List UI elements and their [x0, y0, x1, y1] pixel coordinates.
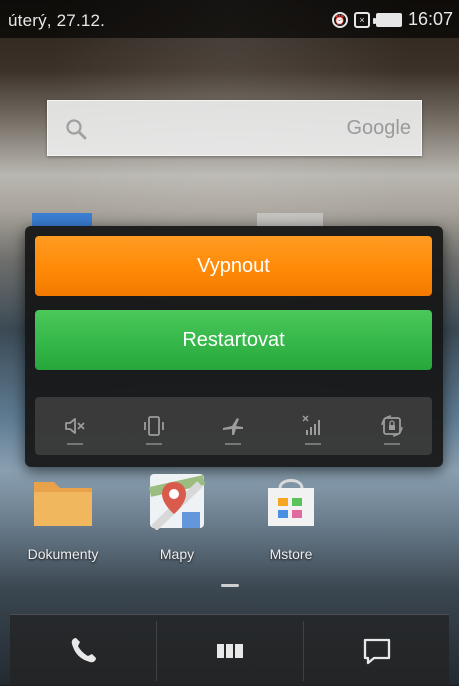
toggle-indicator [225, 443, 242, 445]
phone-icon [71, 637, 96, 662]
app-label: Dokumenty [27, 546, 99, 562]
notification-icon: × [353, 11, 370, 28]
mobile-data-icon [302, 415, 320, 435]
screen-lock-toggle[interactable] [362, 397, 422, 455]
alarm-icon: ⏰ [331, 11, 348, 28]
search-icon [66, 119, 87, 140]
status-date: úterý, 27.12. [8, 11, 106, 30]
dock [10, 614, 449, 686]
folder-icon [34, 482, 92, 526]
maps-icon [148, 474, 206, 530]
airplane-mode-icon [223, 418, 244, 435]
toggle-indicator [304, 443, 321, 445]
mobile-data-toggle[interactable] [283, 397, 343, 455]
search-widget[interactable]: Google [47, 100, 422, 156]
app-label: Mstore [269, 546, 313, 562]
background-widget-hint [32, 213, 92, 227]
toggle-indicator [66, 443, 83, 445]
status-bar: úterý, 27.12. ⏰ × 16:07 [0, 0, 459, 38]
silent-mode-toggle[interactable] [45, 397, 105, 455]
app-drawer-icon [217, 643, 243, 658]
page-indicator [221, 584, 239, 587]
battery-icon [372, 12, 402, 27]
background-widget-hint [257, 213, 323, 227]
messages-icon [363, 638, 391, 664]
status-icons: ⏰ × 16:07 [331, 9, 453, 30]
power-menu-dialog: Vypnout Restartovat [25, 226, 443, 467]
screen-lock-icon [381, 415, 403, 437]
home-apps: Dokumenty Mapy Mstore [0, 472, 459, 582]
vibrate-toggle[interactable] [124, 397, 184, 455]
power-off-button[interactable]: Vypnout [35, 236, 432, 296]
toggle-indicator [384, 443, 401, 445]
silent-mode-icon [64, 418, 85, 434]
dock-phone-button[interactable] [10, 615, 156, 686]
vibrate-icon [144, 416, 164, 436]
store-icon [268, 479, 314, 526]
quick-toggles [35, 397, 432, 455]
airplane-mode-toggle[interactable] [203, 397, 263, 455]
status-time: 16:07 [407, 9, 453, 29]
app-label: Mapy [159, 546, 195, 562]
search-placeholder: Google [346, 117, 412, 139]
toggle-indicator [146, 443, 163, 445]
restart-button[interactable]: Restartovat [35, 310, 432, 370]
dock-messages-button[interactable] [304, 615, 450, 686]
dock-app-drawer-button[interactable] [157, 615, 303, 686]
